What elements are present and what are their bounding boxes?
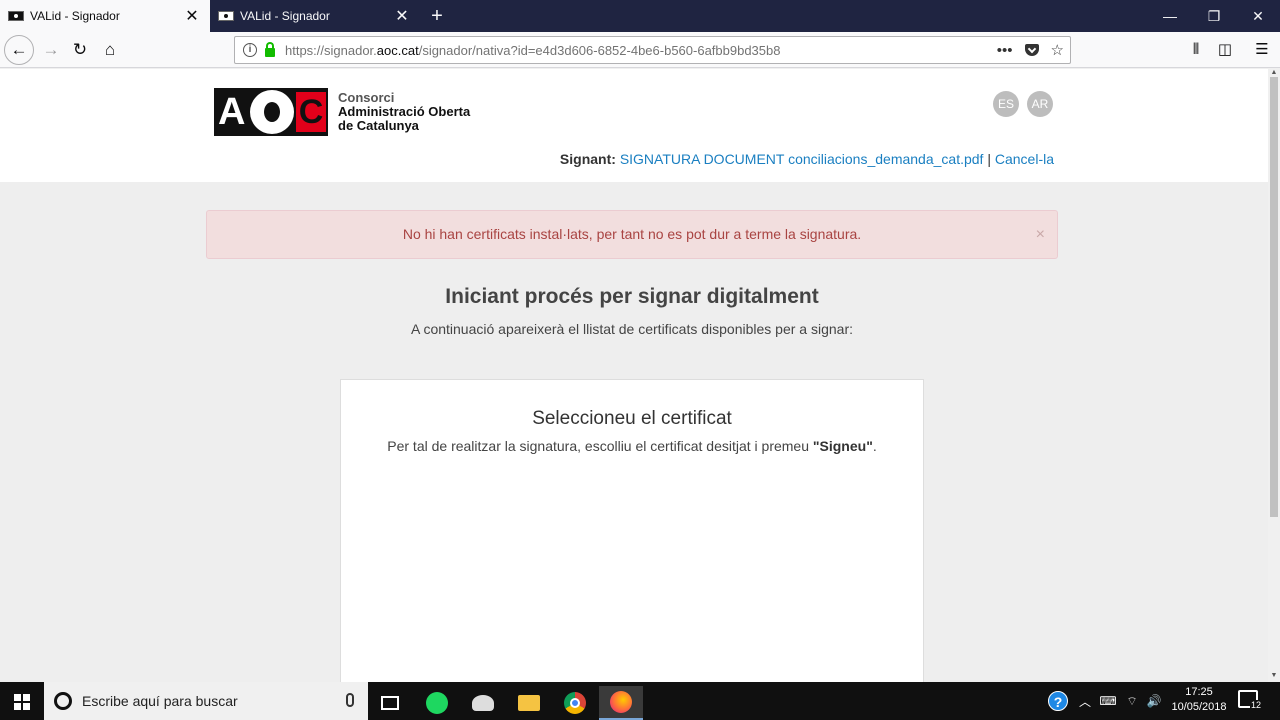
file-explorer-taskbar-button[interactable] [507, 686, 551, 720]
menu-hamburger-icon[interactable]: ☰ [1248, 36, 1276, 64]
show-hidden-icons-icon[interactable]: ︿ [1076, 682, 1094, 720]
aoc-logo[interactable]: A C Consorci Administració Oberta de Cat… [214, 88, 470, 136]
back-button[interactable]: ← [4, 35, 34, 65]
volume-icon[interactable]: 🔊 [1144, 682, 1164, 720]
cortana-icon [54, 692, 72, 710]
tab-valid-signador-1[interactable]: VALid - Signador ✕ [0, 0, 210, 32]
app-taskbar-button[interactable] [461, 686, 505, 720]
site-header: A C Consorci Administració Oberta de Cat… [0, 69, 1268, 182]
close-window-icon[interactable]: ✕ [1236, 0, 1280, 32]
taskbar-search[interactable]: Escribe aquí para buscar [44, 682, 368, 720]
taskbar: Escribe aquí para buscar ? ︿ ⌨ ⌔ 🔊 17:25… [0, 682, 1280, 720]
keyboard-icon[interactable]: ⌨ [1098, 682, 1118, 720]
chrome-taskbar-button[interactable] [553, 686, 597, 720]
logo-text: Consorci Administració Oberta de Catalun… [338, 91, 470, 133]
help-icon: ? [1048, 691, 1068, 711]
signant-label: Signant: [559, 151, 616, 167]
error-alert: No hi han certificats instal·lats, per t… [206, 210, 1058, 259]
close-alert-icon[interactable]: × [1036, 211, 1045, 258]
forward-button[interactable]: → [37, 36, 65, 64]
chrome-icon [564, 692, 586, 714]
address-bar[interactable]: i https://signador.aoc.cat/signador/nati… [234, 36, 1071, 64]
start-button[interactable] [0, 682, 44, 720]
microphone-icon[interactable] [346, 693, 354, 707]
spotify-taskbar-button[interactable] [415, 686, 459, 720]
notification-count-badge: 12 [1250, 700, 1263, 710]
library-icon[interactable]: ⫴ [1182, 36, 1210, 64]
page-title: Iniciant procés per signar digitalment [445, 285, 819, 308]
cancel-link[interactable]: Cancel-la [995, 151, 1054, 167]
close-tab-icon[interactable]: ✕ [180, 6, 204, 26]
tab-title: VALid - Signador [30, 9, 120, 23]
sidebar-icon[interactable]: ◫ [1211, 36, 1239, 64]
aoc-logo-mark: A C [214, 88, 328, 136]
site-info-icon[interactable]: i [243, 43, 257, 57]
alert-message: No hi han certificats instal·lats, per t… [402, 226, 862, 242]
site-favicon-icon [218, 11, 234, 21]
logo-letter-c: C [296, 92, 326, 132]
logo-line-1: Consorci [338, 90, 395, 105]
tab-valid-signador-2[interactable]: VALid - Signador ✕ [210, 0, 420, 32]
signant-document-link[interactable]: SIGNATURA DOCUMENT conciliacions_demanda… [620, 151, 984, 167]
navigation-toolbar: ← → ↻ ⌂ i https://signador.aoc.cat/signa… [0, 32, 1280, 68]
logo-letter-a: A [218, 91, 246, 133]
secure-lock-icon[interactable] [265, 41, 275, 57]
task-view-button[interactable] [368, 686, 412, 720]
certificate-card: Seleccioneu el certificat Per tal de rea… [340, 379, 924, 682]
page-scrollbar[interactable]: ▲ ▼ [1268, 69, 1280, 682]
language-ar-button[interactable]: AR [1027, 91, 1053, 117]
page-actions-icon[interactable]: ••• [997, 42, 1013, 59]
scroll-down-icon[interactable]: ▼ [1268, 672, 1280, 682]
search-placeholder: Escribe aquí para buscar [82, 693, 238, 709]
help-tray-button[interactable]: ? [1046, 682, 1070, 720]
folder-icon [518, 695, 540, 711]
windows-logo-icon [14, 694, 30, 710]
tab-title: VALid - Signador [240, 9, 330, 23]
language-es-button[interactable]: ES [993, 91, 1019, 117]
restore-window-icon[interactable]: ❐ [1192, 0, 1236, 32]
new-tab-button[interactable]: + [424, 2, 450, 30]
signant-line: Signant: SIGNATURA DOCUMENT conciliacion… [560, 151, 1054, 167]
logo-letter-o [250, 90, 294, 134]
minimize-window-icon[interactable]: — [1148, 0, 1192, 32]
app-icon [472, 695, 494, 711]
page-viewport: A C Consorci Administració Oberta de Cat… [0, 69, 1268, 682]
signant-separator: | [987, 151, 991, 167]
reload-button[interactable]: ↻ [66, 36, 94, 64]
logo-line-3: de Catalunya [338, 118, 419, 133]
card-instructions: Per tal de realitzar la signatura, escol… [387, 438, 877, 454]
home-button[interactable]: ⌂ [96, 36, 124, 64]
firefox-icon [610, 691, 632, 713]
logo-line-2: Administració Oberta [338, 104, 471, 119]
card-title: Seleccioneu el certificat [532, 408, 732, 429]
url-text[interactable]: https://signador.aoc.cat/signador/nativa… [285, 43, 780, 58]
clock-time: 17:25 [1185, 686, 1213, 698]
firefox-taskbar-button[interactable] [599, 686, 643, 720]
taskbar-clock[interactable]: 17:25 10/05/2018 [1164, 685, 1234, 715]
scrollbar-thumb[interactable] [1270, 77, 1278, 517]
tab-strip: VALid - Signador ✕ VALid - Signador ✕ + … [0, 0, 1280, 32]
bookmark-star-icon[interactable]: ☆ [1051, 41, 1064, 59]
spotify-icon [426, 692, 448, 714]
wifi-icon[interactable]: ⌔ [1122, 682, 1142, 720]
pocket-icon[interactable] [1024, 44, 1039, 56]
task-view-icon [381, 696, 399, 710]
site-favicon-icon [8, 11, 24, 21]
close-tab-icon[interactable]: ✕ [390, 6, 414, 26]
clock-date: 10/05/2018 [1171, 701, 1227, 713]
page-subtitle: A continuació apareixerà el llistat de c… [410, 321, 854, 337]
